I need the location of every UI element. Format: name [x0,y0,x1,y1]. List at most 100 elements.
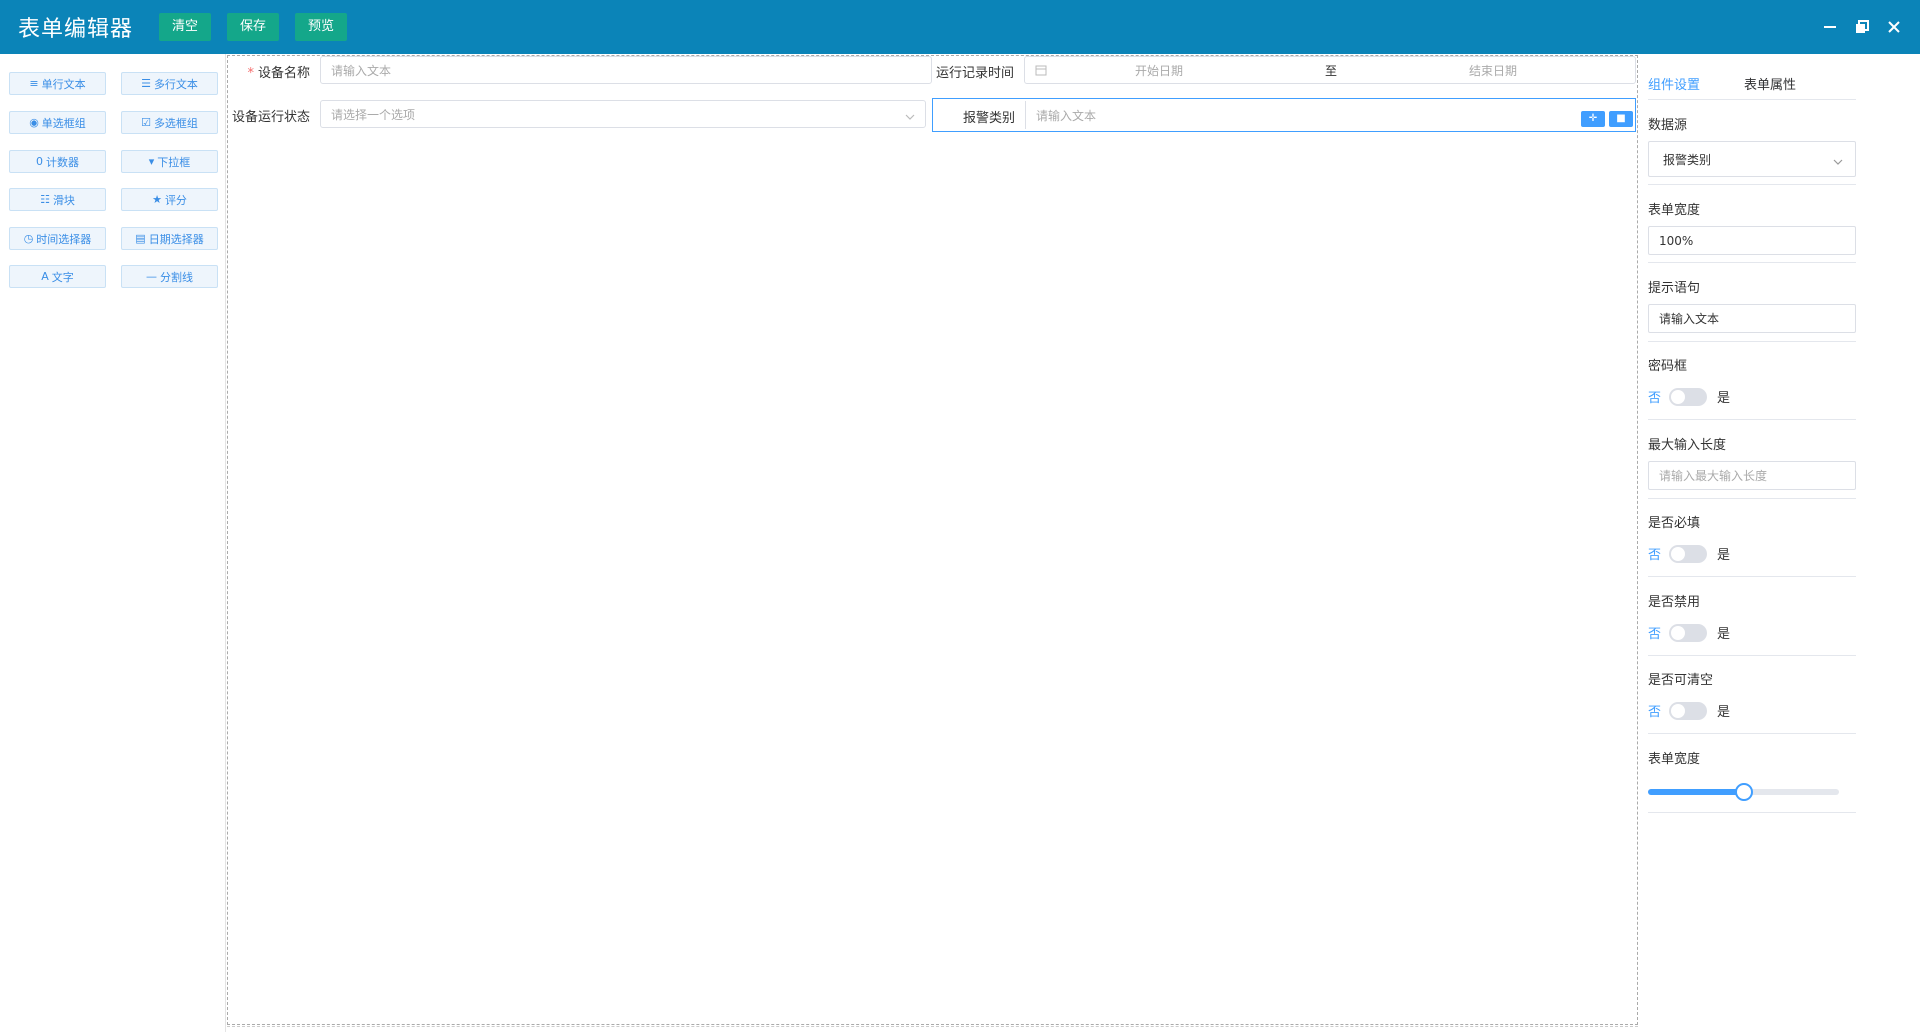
max-length-input[interactable]: 请输入最大输入长度 [1648,461,1856,490]
star-icon: ★ [152,193,162,206]
move-icon[interactable]: ✛ [1581,111,1605,127]
clear-button[interactable]: 清空 [159,13,212,41]
password-off-label: 否 [1648,391,1662,406]
run-status-select[interactable]: 请选择一个选项 [320,100,926,128]
palette-item-label: 多选框组 [153,116,198,130]
palette-item-divider[interactable]: — 分割线 [121,265,218,288]
disabled-switch[interactable] [1669,623,1708,642]
properties-panel: 组件设置 表单属性 数据源 报警类别 表单宽度 100% 提示语句 请输入文本 … [1639,54,1920,1032]
canvas-bottom-border [227,1026,1638,1027]
required-switch-row: 否 是 [1648,544,1730,563]
password-on-label: 是 [1717,391,1731,406]
device-name-placeholder: 请输入文本 [331,63,392,78]
required-off-label: 否 [1648,548,1662,563]
section-divider [1648,262,1856,263]
palette-item-counter[interactable]: 0 计数器 [9,150,106,173]
form-width-input[interactable]: 100% [1648,226,1856,255]
dropdown-icon: ▾ [148,155,155,168]
device-name-label: * 设备名称 [240,62,310,81]
palette-item-label: 评分 [164,193,187,207]
palette-item-label: 单选框组 [41,116,86,130]
palette-item-rating[interactable]: ★ 评分 [121,188,218,211]
clearable-switch[interactable] [1669,701,1708,720]
switch-knob [1671,625,1686,640]
tab-component-settings[interactable]: 组件设置 [1648,74,1700,100]
calendar-icon: ▤ [135,232,146,245]
palette-item-radio-group[interactable]: ◉ 单选框组 [9,111,106,134]
preview-button[interactable]: 预览 [295,13,348,41]
palette-item-label: 多行文本 [153,77,198,91]
form-width-label: 表单宽度 [1648,203,1701,218]
switch-knob [1671,546,1686,561]
component-palette: ≡ 单行文本 ☰ 多行文本 ◉ 单选框组 ☑ 多选框组 0 计数器 ▾ 下拉框 ☷ 滑块 ★ 评… [0,54,226,1032]
save-button[interactable]: 保存 [227,13,280,41]
clearable-switch-row: 否 是 [1648,701,1730,720]
chevron-down-icon [905,110,915,124]
minimize-icon[interactable] [1822,19,1838,35]
hint-label: 提示语句 [1648,281,1701,296]
palette-item-multi-line-text[interactable]: ☰ 多行文本 [121,72,218,95]
palette-item-text[interactable]: A 文字 [9,265,106,288]
delete-icon[interactable]: ■ [1609,111,1633,127]
form-canvas[interactable] [227,55,1638,1025]
device-name-label-text: 设备名称 [257,66,310,81]
section-divider [1648,655,1856,656]
multi-line-text-icon: ☰ [141,77,151,90]
palette-item-time-picker[interactable]: ◷ 时间选择器 [9,227,106,250]
radio-icon: ◉ [29,116,39,129]
password-switch-row: 否 是 [1648,387,1730,406]
palette-item-label: 下拉框 [157,155,191,169]
section-divider [1648,419,1856,420]
required-label: 是否必填 [1648,516,1701,531]
section-divider [1648,576,1856,577]
single-line-text-icon: ≡ [29,77,39,90]
palette-item-label: 计数器 [46,155,79,169]
palette-item-label: 时间选择器 [36,232,92,246]
palette-item-dropdown[interactable]: ▾ 下拉框 [121,150,218,173]
close-icon[interactable] [1886,19,1902,35]
required-on-label: 是 [1717,548,1731,563]
run-status-placeholder: 请选择一个选项 [331,107,416,122]
panel-tabs: 组件设置 表单属性 [1648,74,1856,100]
width-slider-label: 表单宽度 [1648,752,1701,767]
clock-icon: ◷ [23,232,34,245]
required-switch[interactable] [1669,544,1708,563]
slider-thumb[interactable] [1734,783,1753,801]
slider-fill [1648,789,1744,795]
palette-item-single-line-text[interactable]: ≡ 单行文本 [9,72,106,95]
palette-item-label: 分割线 [160,270,193,284]
hint-input[interactable]: 请输入文本 [1648,304,1856,333]
data-source-value: 报警类别 [1663,152,1712,167]
section-divider [1648,812,1856,813]
width-slider[interactable] [1648,783,1839,801]
alarm-type-placeholder: 请输入文本 [1036,108,1097,123]
palette-item-label: 日期选择器 [148,232,204,246]
clearable-on-label: 是 [1717,705,1731,720]
data-source-select[interactable]: 报警类别 [1648,141,1856,177]
restore-icon[interactable] [1854,19,1870,35]
field-tools: ✛ ■ [1581,111,1633,127]
slider-icon: ☷ [40,193,50,206]
max-length-placeholder: 请输入最大输入长度 [1659,469,1768,483]
alarm-type-input[interactable]: 请输入文本 [1025,101,1633,129]
palette-item-checkbox-group[interactable]: ☑ 多选框组 [121,111,218,134]
run-time-label: 运行记录时间 [935,66,1014,81]
calendar-icon [1035,64,1047,76]
required-mark: * [247,66,254,81]
palette-item-slider[interactable]: ☷ 滑块 [9,188,106,211]
section-divider [1648,733,1856,734]
tab-form-properties[interactable]: 表单属性 [1744,74,1796,100]
alarm-type-field-selected[interactable]: 报警类别 请输入文本 ✛ ■ [932,98,1636,132]
checkbox-icon: ☑ [141,116,151,129]
run-time-range-picker[interactable]: 开始日期 至 结束日期 [1024,56,1636,84]
disabled-on-label: 是 [1717,627,1731,642]
max-length-label: 最大输入长度 [1648,438,1727,453]
palette-item-label: 滑块 [52,193,75,207]
start-date-placeholder: 开始日期 [1135,63,1184,78]
password-label: 密码框 [1648,359,1688,374]
alarm-type-label: 报警类别 [962,111,1015,126]
password-switch[interactable] [1669,387,1708,406]
palette-item-date-picker[interactable]: ▤ 日期选择器 [121,227,218,250]
device-name-input[interactable]: 请输入文本 [320,56,932,84]
section-divider [1648,184,1856,185]
